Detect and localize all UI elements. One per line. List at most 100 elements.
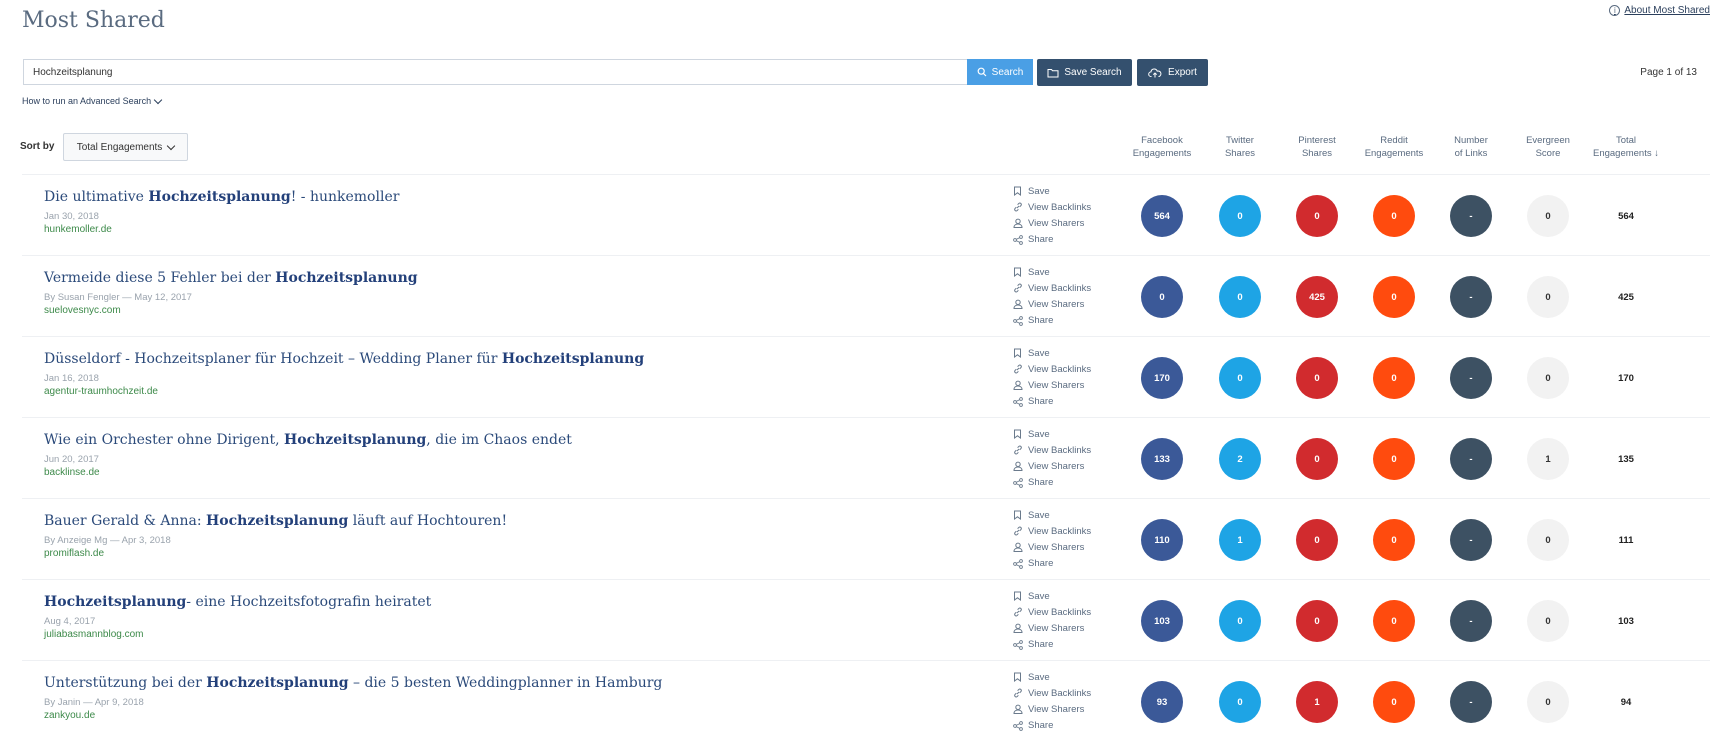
action-sharers[interactable]: View Sharers	[1013, 296, 1123, 312]
action-sharers[interactable]: View Sharers	[1013, 215, 1123, 231]
metric-evergreen[interactable]: 0	[1527, 276, 1569, 318]
about-link-label[interactable]: About Most Shared	[1624, 5, 1710, 16]
action-save[interactable]: Save	[1013, 426, 1123, 442]
metric-twitter[interactable]: 1	[1219, 519, 1261, 561]
metric-twitter[interactable]: 0	[1219, 195, 1261, 237]
metric-evergreen[interactable]: 1	[1527, 438, 1569, 480]
action-share[interactable]: Share	[1013, 394, 1123, 410]
action-sharers[interactable]: View Sharers	[1013, 458, 1123, 474]
action-share[interactable]: Share	[1013, 556, 1123, 572]
metric-pinterest[interactable]: 0	[1296, 195, 1338, 237]
action-save[interactable]: Save	[1013, 345, 1123, 361]
action-save[interactable]: Save	[1013, 507, 1123, 523]
metric-reddit[interactable]: 0	[1373, 600, 1415, 642]
metric-pinterest[interactable]: 1	[1296, 681, 1338, 723]
metric-evergreen[interactable]: 0	[1527, 519, 1569, 561]
advanced-search-label[interactable]: How to run an Advanced Search	[22, 96, 151, 106]
article-domain-link[interactable]: agentur-traumhochzeit.de	[44, 386, 984, 397]
metric-evergreen[interactable]: 0	[1527, 195, 1569, 237]
article-domain-link[interactable]: promiflash.de	[44, 548, 984, 559]
metric-pinterest[interactable]: 425	[1296, 276, 1338, 318]
action-sharers[interactable]: View Sharers	[1013, 620, 1123, 636]
metric-pinterest[interactable]: 0	[1296, 357, 1338, 399]
action-share[interactable]: Share	[1013, 718, 1123, 734]
metric-twitter[interactable]: 0	[1219, 357, 1261, 399]
advanced-search-link[interactable]: How to run an Advanced Search	[22, 95, 163, 106]
action-backlinks[interactable]: View Backlinks	[1013, 280, 1123, 296]
metric-links[interactable]: -	[1450, 438, 1492, 480]
metric-pinterest[interactable]: 0	[1296, 438, 1338, 480]
metric-facebook[interactable]: 93	[1141, 681, 1183, 723]
action-sharers[interactable]: View Sharers	[1013, 539, 1123, 555]
metric-reddit[interactable]: 0	[1373, 519, 1415, 561]
metric-facebook[interactable]: 133	[1141, 438, 1183, 480]
search-button[interactable]: Search	[967, 59, 1033, 85]
metric-reddit[interactable]: 0	[1373, 195, 1415, 237]
article-domain-link[interactable]: zankyou.de	[44, 710, 984, 721]
action-backlinks[interactable]: View Backlinks	[1013, 361, 1123, 377]
article-domain-link[interactable]: backlinse.de	[44, 467, 984, 478]
action-share[interactable]: Share	[1013, 637, 1123, 653]
metric-links[interactable]: -	[1450, 276, 1492, 318]
action-save[interactable]: Save	[1013, 588, 1123, 604]
action-share[interactable]: Share	[1013, 313, 1123, 329]
metric-reddit[interactable]: 0	[1373, 276, 1415, 318]
metric-reddit[interactable]: 0	[1373, 357, 1415, 399]
metric-reddit[interactable]: 0	[1373, 438, 1415, 480]
about-most-shared-link[interactable]: i About Most Shared	[1609, 5, 1710, 16]
metric-links[interactable]: -	[1450, 519, 1492, 561]
metric-links[interactable]: -	[1450, 600, 1492, 642]
article-domain-link[interactable]: hunkemoller.de	[44, 224, 984, 235]
col-reddit-engagements[interactable]: Reddit Engagements	[1359, 134, 1429, 160]
metric-links[interactable]: -	[1450, 681, 1492, 723]
action-save[interactable]: Save	[1013, 183, 1123, 199]
col-number-of-links[interactable]: Number of Links	[1436, 134, 1506, 160]
save-search-button[interactable]: Save Search	[1037, 59, 1132, 86]
metric-facebook[interactable]: 564	[1141, 195, 1183, 237]
action-backlinks[interactable]: View Backlinks	[1013, 442, 1123, 458]
article-title-link[interactable]: Wie ein Orchester ohne Dirigent, Hochzei…	[44, 432, 984, 448]
metric-facebook[interactable]: 110	[1141, 519, 1183, 561]
article-title-link[interactable]: Hochzeitsplanung- eine Hochzeitsfotograf…	[44, 594, 984, 610]
metric-pinterest[interactable]: 0	[1296, 519, 1338, 561]
article-title-link[interactable]: Düsseldorf - Hochzeitsplaner für Hochzei…	[44, 351, 984, 367]
action-save[interactable]: Save	[1013, 264, 1123, 280]
sort-dropdown[interactable]: Total Engagements	[63, 133, 188, 161]
metric-evergreen[interactable]: 0	[1527, 357, 1569, 399]
search-input[interactable]	[23, 59, 967, 85]
metric-twitter[interactable]: 0	[1219, 681, 1261, 723]
metric-twitter[interactable]: 0	[1219, 276, 1261, 318]
metric-links[interactable]: -	[1450, 195, 1492, 237]
action-backlinks[interactable]: View Backlinks	[1013, 685, 1123, 701]
col-facebook-engagements[interactable]: Facebook Engagements	[1127, 134, 1197, 160]
metric-facebook[interactable]: 170	[1141, 357, 1183, 399]
metric-reddit[interactable]: 0	[1373, 681, 1415, 723]
article-title-link[interactable]: Vermeide diese 5 Fehler bei der Hochzeit…	[44, 270, 984, 286]
metric-twitter[interactable]: 0	[1219, 600, 1261, 642]
col-twitter-shares[interactable]: Twitter Shares	[1205, 134, 1275, 160]
action-backlinks[interactable]: View Backlinks	[1013, 523, 1123, 539]
col-evergreen-score[interactable]: Evergreen Score	[1513, 134, 1583, 160]
metric-twitter[interactable]: 2	[1219, 438, 1261, 480]
article-title-link[interactable]: Unterstützung bei der Hochzeitsplanung –…	[44, 675, 984, 691]
article-title-link[interactable]: Bauer Gerald & Anna: Hochzeitsplanung lä…	[44, 513, 984, 529]
metric-facebook[interactable]: 0	[1141, 276, 1183, 318]
action-sharers[interactable]: View Sharers	[1013, 701, 1123, 717]
metric-evergreen[interactable]: 0	[1527, 600, 1569, 642]
action-backlinks[interactable]: View Backlinks	[1013, 604, 1123, 620]
metric-pinterest[interactable]: 0	[1296, 600, 1338, 642]
metric-links[interactable]: -	[1450, 357, 1492, 399]
action-share[interactable]: Share	[1013, 232, 1123, 248]
action-sharers[interactable]: View Sharers	[1013, 377, 1123, 393]
article-title-link[interactable]: Die ultimative Hochzeitsplanung! - hunke…	[44, 189, 984, 205]
export-button[interactable]: Export	[1137, 59, 1208, 86]
metric-facebook[interactable]: 103	[1141, 600, 1183, 642]
article-domain-link[interactable]: suelovesnyc.com	[44, 305, 984, 316]
article-domain-link[interactable]: juliabasmannblog.com	[44, 629, 984, 640]
col-pinterest-shares[interactable]: Pinterest Shares	[1282, 134, 1352, 160]
metric-evergreen[interactable]: 0	[1527, 681, 1569, 723]
action-share[interactable]: Share	[1013, 475, 1123, 491]
action-backlinks[interactable]: View Backlinks	[1013, 199, 1123, 215]
col-total-engagements[interactable]: Total Engagements ↓	[1591, 134, 1661, 160]
action-save[interactable]: Save	[1013, 669, 1123, 685]
